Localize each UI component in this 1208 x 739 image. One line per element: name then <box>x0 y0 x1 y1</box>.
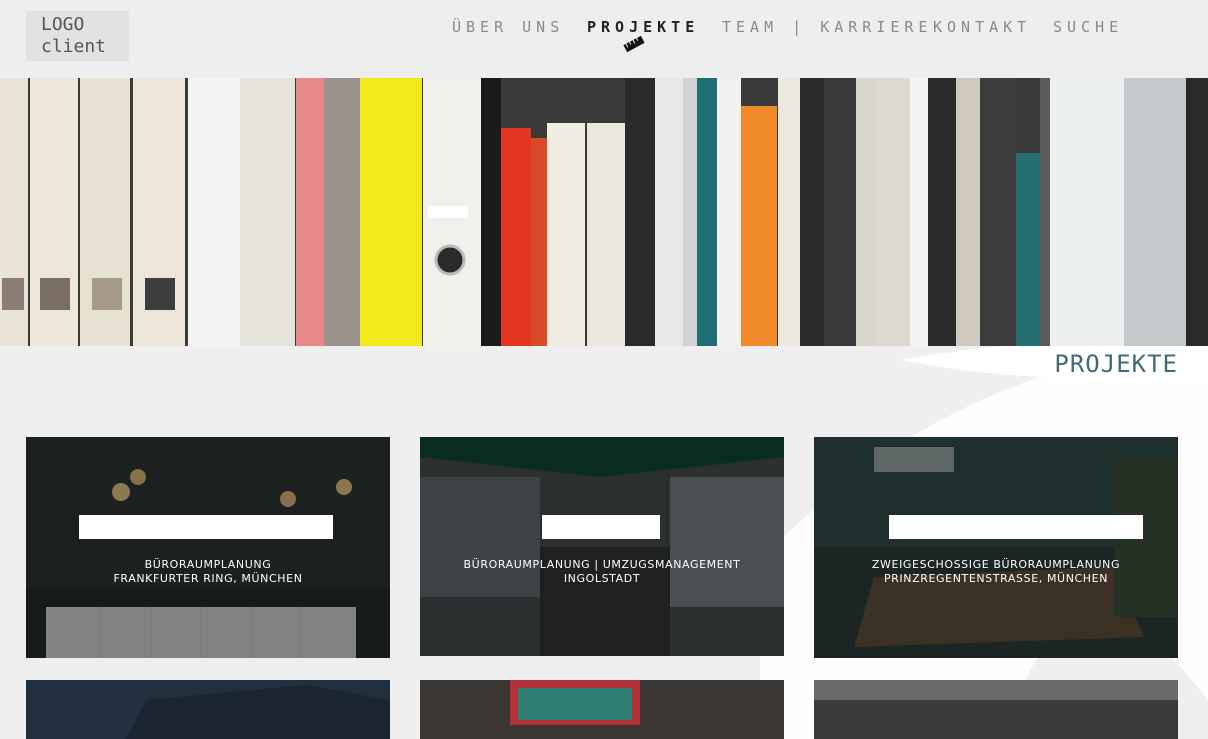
nav-suche[interactable]: Suche <box>1053 18 1123 36</box>
site-header: LOGO client Über uns Projekte Team | Kar… <box>0 0 1208 78</box>
project-caption: BÜRORAUMPLANUNG | UMZUGSMANAGEMENT INGOL… <box>420 558 784 586</box>
project-caption: BÜRORAUMPLANUNG FRANKFURTER RING, MÜNCHE… <box>26 558 390 586</box>
project-photo <box>814 437 1178 658</box>
project-type: BÜRORAUMPLANUNG <box>144 558 272 571</box>
project-title-bar <box>889 515 1143 539</box>
project-type: BÜRORAUMPLANUNG | UMZUGSMANAGEMENT <box>463 558 741 571</box>
project-location: INGOLSTADT <box>563 572 641 585</box>
main-nav: Über uns Projekte Team | Karriere Kontak… <box>0 18 1208 58</box>
project-caption: ZWEIGESCHOSSIGE BÜRORAUMPLANUNG PRINZREG… <box>814 558 1178 586</box>
nav-ueber-uns[interactable]: Über uns <box>452 18 564 36</box>
project-card[interactable]: BÜRORAUMPLANUNG FRANKFURTER RING, MÜNCHE… <box>26 437 390 658</box>
nav-kontakt[interactable]: Kontakt <box>933 18 1031 36</box>
project-card[interactable] <box>26 680 390 739</box>
project-photo <box>420 680 784 739</box>
project-photo <box>420 437 784 656</box>
project-card[interactable]: BÜRORAUMPLANUNG | UMZUGSMANAGEMENT INGOL… <box>420 437 784 656</box>
hero-bookshelf-image <box>0 78 1208 346</box>
nav-projekte[interactable]: Projekte <box>587 18 699 36</box>
project-location: PRINZREGENTENSTRASSE, MÜNCHEN <box>883 572 1109 585</box>
section-title: PROJEKTE <box>1054 350 1178 378</box>
project-card[interactable]: ZWEIGESCHOSSIGE BÜRORAUMPLANUNG PRINZREG… <box>814 437 1178 658</box>
project-photo <box>814 680 1178 739</box>
project-photo <box>26 437 390 658</box>
project-type: ZWEIGESCHOSSIGE BÜRORAUMPLANUNG <box>871 558 1121 571</box>
bookshelf-illustration <box>0 78 1208 346</box>
project-card[interactable] <box>420 680 784 739</box>
project-title-bar <box>79 515 333 539</box>
project-photo <box>26 680 390 739</box>
nav-team-karriere[interactable]: Team | Karriere <box>722 18 932 36</box>
project-card[interactable] <box>814 680 1178 739</box>
project-location: FRANKFURTER RING, MÜNCHEN <box>113 572 303 585</box>
project-title-bar <box>542 515 660 539</box>
